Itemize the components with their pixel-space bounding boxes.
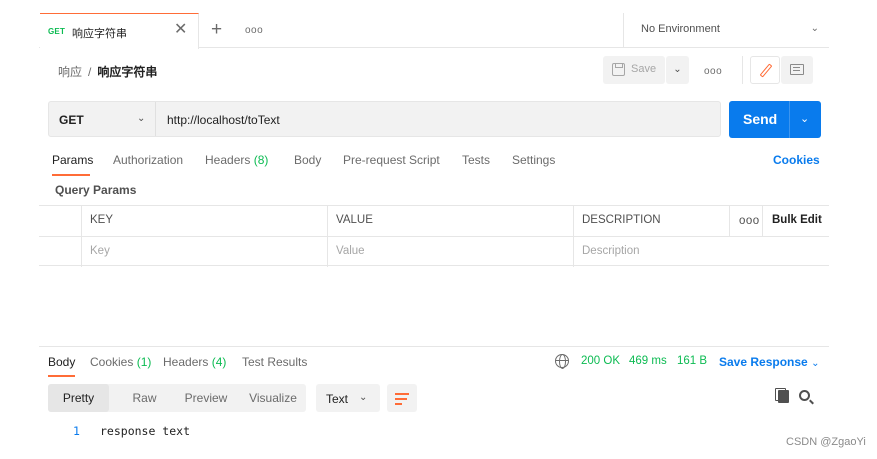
description-field[interactable]: Description bbox=[573, 237, 829, 267]
description-placeholder: Description bbox=[582, 245, 640, 257]
bulk-edit-button[interactable]: Bulk Edit bbox=[772, 214, 822, 226]
response-tab-test-results[interactable]: Test Results bbox=[242, 355, 307, 369]
environment-selector[interactable]: No Environment ⌄ bbox=[623, 13, 829, 48]
more-icon[interactable]: ooo bbox=[245, 25, 263, 36]
tab-tests[interactable]: Tests bbox=[462, 153, 490, 167]
view-pretty[interactable]: Pretty bbox=[48, 384, 109, 412]
column-description-label: DESCRIPTION bbox=[582, 214, 661, 226]
breadcrumb-collection[interactable]: 响应 bbox=[58, 65, 82, 79]
tab-params[interactable]: Params bbox=[52, 153, 93, 167]
send-label: Send bbox=[743, 111, 778, 127]
cookies-link[interactable]: Cookies bbox=[773, 153, 820, 167]
request-tab-name: 响应字符串 bbox=[72, 28, 127, 40]
view-preview[interactable]: Preview bbox=[172, 384, 240, 412]
column-description: DESCRIPTION bbox=[573, 206, 729, 236]
edit-icon bbox=[759, 63, 773, 78]
format-label: Text bbox=[326, 392, 349, 406]
breadcrumb: 响应 / 响应字符串 bbox=[58, 63, 157, 80]
params-header-row: KEY VALUE DESCRIPTION ooo Bulk Edit bbox=[39, 206, 829, 236]
method-selector[interactable]: GET ⌄ bbox=[49, 102, 156, 136]
chevron-down-icon: ⌄ bbox=[810, 23, 819, 34]
tab-authorization[interactable]: Authorization bbox=[113, 153, 183, 167]
breadcrumb-request[interactable]: 响应字符串 bbox=[97, 65, 157, 79]
table-row: Key Value Description bbox=[39, 236, 829, 267]
more-icon[interactable]: ooo bbox=[739, 215, 760, 227]
response-body-line: response text bbox=[100, 424, 191, 438]
chevron-down-icon: ⌄ bbox=[137, 113, 146, 124]
view-raw[interactable]: Raw bbox=[117, 384, 172, 412]
response-tab-cookies-label: Cookies bbox=[90, 355, 134, 369]
toolbar-divider bbox=[742, 56, 743, 84]
key-field[interactable]: Key bbox=[81, 237, 327, 267]
response-tab-headers-label: Headers bbox=[163, 355, 209, 369]
response-tab-cookies-count: (1) bbox=[136, 355, 152, 369]
chevron-down-icon: ⌄ bbox=[811, 358, 820, 369]
documentation-button[interactable] bbox=[781, 56, 813, 84]
search-icon[interactable] bbox=[799, 390, 810, 401]
wrap-lines-button[interactable] bbox=[387, 384, 417, 412]
tab-headers[interactable]: Headers (8) bbox=[205, 153, 268, 167]
tab-settings[interactable]: Settings bbox=[512, 153, 555, 167]
postman-window: GET 响应字符串 ✕ + ooo No Environment ⌄ 响应 / 响应… bbox=[39, 13, 829, 446]
column-value-label: VALUE bbox=[336, 214, 373, 226]
params-table: KEY VALUE DESCRIPTION ooo Bulk Edit Key … bbox=[39, 205, 829, 267]
tab-bar: GET 响应字符串 ✕ + ooo No Environment ⌄ bbox=[39, 13, 829, 49]
globe-icon[interactable] bbox=[555, 354, 569, 369]
method-label: GET bbox=[59, 113, 84, 127]
response-tab-headers-count: (4) bbox=[211, 355, 227, 369]
save-response-label: Save Response bbox=[719, 355, 808, 369]
documentation-icon bbox=[790, 64, 804, 75]
save-button[interactable]: Save bbox=[603, 56, 665, 84]
tab-headers-label: Headers bbox=[205, 153, 251, 167]
value-field[interactable]: Value bbox=[327, 237, 573, 267]
request-tab-method: GET bbox=[48, 27, 66, 36]
view-visualize[interactable]: Visualize bbox=[240, 384, 306, 412]
format-selector[interactable]: Text ⌄ bbox=[316, 384, 380, 412]
value-placeholder: Value bbox=[336, 245, 365, 257]
request-tab[interactable]: GET 响应字符串 ✕ bbox=[40, 13, 199, 49]
column-value: VALUE bbox=[327, 206, 573, 236]
column-key-label: KEY bbox=[90, 214, 114, 226]
more-icon[interactable]: ooo bbox=[704, 66, 722, 77]
save-options-button[interactable]: ⌄ bbox=[666, 56, 689, 84]
environment-label: No Environment bbox=[641, 23, 720, 35]
tab-headers-count: (8) bbox=[253, 153, 269, 167]
tab-prerequest-script[interactable]: Pre-request Script bbox=[343, 153, 440, 167]
response-tab-headers[interactable]: Headers (4) bbox=[163, 355, 226, 369]
request-url-bar: GET ⌄ http://localhost/toText bbox=[48, 101, 721, 137]
chevron-down-icon[interactable]: ⌄ bbox=[800, 112, 809, 125]
query-params-title: Query Params bbox=[55, 183, 137, 197]
breadcrumb-separator: / bbox=[88, 65, 92, 79]
view-mode-selector: Pretty Raw Preview Visualize bbox=[48, 384, 306, 412]
active-tab-underline bbox=[48, 375, 75, 377]
send-button[interactable]: Send ⌄ bbox=[729, 101, 821, 138]
line-number: 1 bbox=[73, 424, 80, 438]
response-tab-body[interactable]: Body bbox=[48, 355, 75, 369]
url-input[interactable]: http://localhost/toText bbox=[167, 113, 280, 127]
response-tab-cookies[interactable]: Cookies (1) bbox=[90, 355, 151, 369]
tab-body[interactable]: Body bbox=[294, 153, 321, 167]
plus-icon[interactable]: + bbox=[211, 20, 222, 39]
close-icon[interactable]: ✕ bbox=[174, 22, 187, 38]
key-placeholder: Key bbox=[90, 245, 110, 257]
watermark: CSDN @ZgaoYi bbox=[786, 436, 866, 448]
chevron-down-icon: ⌄ bbox=[359, 392, 368, 403]
save-icon bbox=[612, 63, 625, 76]
save-response-button[interactable]: Save Response ⌄ bbox=[719, 355, 819, 369]
copy-icon[interactable] bbox=[778, 390, 789, 403]
response-size[interactable]: 161 B bbox=[677, 355, 707, 367]
save-label: Save bbox=[631, 63, 657, 75]
status-code[interactable]: 200 OK bbox=[581, 355, 620, 367]
column-key: KEY bbox=[81, 206, 327, 236]
response-divider bbox=[39, 346, 829, 347]
response-time[interactable]: 469 ms bbox=[629, 355, 667, 367]
column-options[interactable]: ooo bbox=[729, 206, 762, 236]
edit-button[interactable] bbox=[750, 56, 780, 84]
send-divider bbox=[789, 101, 790, 138]
active-tab-underline bbox=[52, 174, 90, 176]
